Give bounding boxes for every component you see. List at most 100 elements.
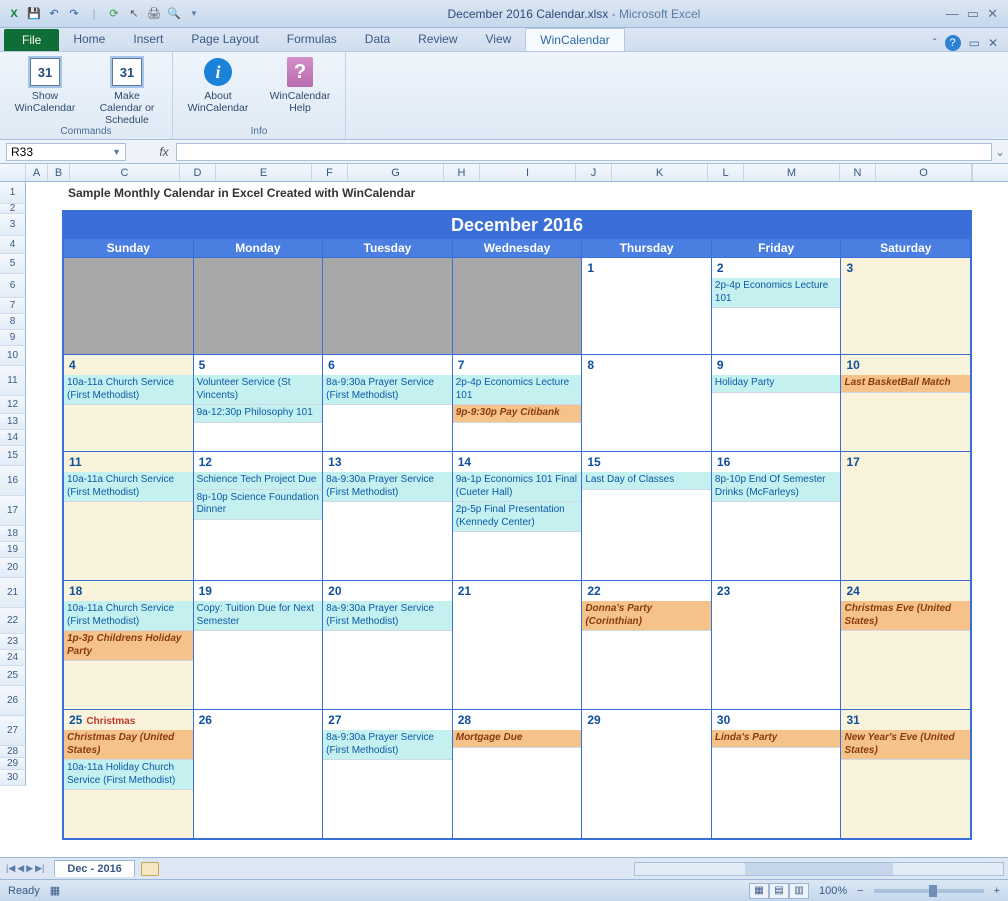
row-header-28[interactable]: 28 <box>0 746 26 758</box>
row-header-29[interactable]: 29 <box>0 758 26 770</box>
row-header-19[interactable]: 19 <box>0 542 26 558</box>
name-box[interactable]: R33 ▼ <box>6 143 126 161</box>
day-cell-2[interactable]: 22p-4p Economics Lecture 101 <box>712 258 842 354</box>
row-header-16[interactable]: 16 <box>0 466 26 496</box>
day-cell-26[interactable]: 26 <box>194 710 324 838</box>
day-cell-17[interactable]: 17 <box>841 452 970 580</box>
col-header-J[interactable]: J <box>576 164 612 181</box>
col-header-K[interactable]: K <box>612 164 708 181</box>
day-cell-22[interactable]: 22Donna's Party (Corinthian) <box>582 581 712 709</box>
day-cell-20[interactable]: 208a-9:30a Prayer Service (First Methodi… <box>323 581 453 709</box>
calendar-event[interactable]: 2p-5p Final Presentation (Kennedy Center… <box>453 502 582 532</box>
day-cell-1[interactable]: 1 <box>582 258 712 354</box>
day-cell-27[interactable]: 278a-9:30a Prayer Service (First Methodi… <box>323 710 453 838</box>
page-break-view-icon[interactable]: ▥ <box>789 883 809 899</box>
row-header-25[interactable]: 25 <box>0 666 26 686</box>
calendar-event[interactable]: New Year's Eve (United States) <box>841 730 970 760</box>
row-header-9[interactable]: 9 <box>0 330 26 346</box>
calendar-event[interactable]: 10a-11a Church Service (First Methodist) <box>64 472 193 502</box>
col-header-O[interactable]: O <box>876 164 972 181</box>
calendar-event[interactable]: 10a-11a Holiday Church Service (First Me… <box>64 760 193 790</box>
row-header-11[interactable]: 11 <box>0 366 26 396</box>
calendar-event[interactable]: Mortgage Due <box>453 730 582 748</box>
row-header-18[interactable]: 18 <box>0 526 26 542</box>
col-header-I[interactable]: I <box>480 164 576 181</box>
refresh-icon[interactable]: ⟳ <box>106 6 122 22</box>
zoom-in-icon[interactable]: + <box>994 885 1000 897</box>
day-cell-25[interactable]: 25ChristmasChristmas Day (United States)… <box>64 710 194 838</box>
day-cell-24[interactable]: 24Christmas Eve (United States) <box>841 581 970 709</box>
new-sheet-icon[interactable] <box>141 862 159 876</box>
preview-icon[interactable]: 🔍 <box>166 6 182 22</box>
tab-home[interactable]: Home <box>59 28 119 51</box>
row-header-3[interactable]: 3 <box>0 214 26 236</box>
row-header-24[interactable]: 24 <box>0 650 26 666</box>
calendar-event[interactable]: Last BasketBall Match <box>841 375 970 393</box>
calendar-event[interactable]: 10a-11a Church Service (First Methodist) <box>64 375 193 405</box>
day-cell-8[interactable]: 8 <box>582 355 712 451</box>
calendar-event[interactable]: Donna's Party (Corinthian) <box>582 601 711 631</box>
macro-record-icon[interactable]: ▦ <box>50 884 60 897</box>
minimize-icon[interactable]: — <box>946 6 959 22</box>
normal-view-icon[interactable]: ▦ <box>749 883 769 899</box>
window-close2-icon[interactable]: ✕ <box>988 36 998 50</box>
calendar-event[interactable]: 8a-9:30a Prayer Service (First Methodist… <box>323 472 452 502</box>
row-header-15[interactable]: 15 <box>0 446 26 466</box>
day-cell-18[interactable]: 1810a-11a Church Service (First Methodis… <box>64 581 194 709</box>
close-icon[interactable]: ✕ <box>987 6 998 22</box>
day-cell-23[interactable]: 23 <box>712 581 842 709</box>
day-cell-12[interactable]: 12Schience Tech Project Due8p-10p Scienc… <box>194 452 324 580</box>
row-header-6[interactable]: 6 <box>0 274 26 298</box>
window-restore-icon[interactable]: ▭ <box>969 36 980 50</box>
row-header-27[interactable]: 27 <box>0 716 26 746</box>
day-cell-inactive[interactable] <box>194 258 324 354</box>
row-header-7[interactable]: 7 <box>0 298 26 314</box>
row-header-30[interactable]: 30 <box>0 770 26 786</box>
day-cell-14[interactable]: 149a-1p Economics 101 Final (Cueter Hall… <box>453 452 583 580</box>
ribbon-btn-about-wincalendar[interactable]: iAbout WinCalendar <box>183 56 253 126</box>
calendar-event[interactable]: 1p-3p Childrens Holiday Party <box>64 631 193 661</box>
day-cell-7[interactable]: 72p-4p Economics Lecture 1019p-9:30p Pay… <box>453 355 583 451</box>
page-layout-view-icon[interactable]: ▤ <box>769 883 789 899</box>
day-cell-19[interactable]: 19Copy: Tuition Due for Next Semester <box>194 581 324 709</box>
row-header-17[interactable]: 17 <box>0 496 26 526</box>
calendar-event[interactable]: 8p-10p Science Foundation Dinner <box>194 490 323 520</box>
col-header-G[interactable]: G <box>348 164 444 181</box>
tab-data[interactable]: Data <box>351 28 404 51</box>
sheet-prev-icon[interactable]: ◀ <box>17 863 24 874</box>
select-all-corner[interactable] <box>0 164 26 181</box>
col-header-F[interactable]: F <box>312 164 348 181</box>
calendar-event[interactable]: Linda's Party <box>712 730 841 748</box>
day-cell-9[interactable]: 9Holiday Party <box>712 355 842 451</box>
day-cell-15[interactable]: 15Last Day of Classes <box>582 452 712 580</box>
ribbon-btn-wincalendar-help[interactable]: ?WinCalendar Help <box>265 56 335 126</box>
formula-input[interactable] <box>176 143 992 161</box>
help-icon[interactable]: ? <box>945 35 961 51</box>
zoom-slider[interactable] <box>874 889 984 893</box>
day-cell-inactive[interactable] <box>453 258 583 354</box>
row-header-10[interactable]: 10 <box>0 346 26 366</box>
fx-icon[interactable]: fx <box>152 145 176 159</box>
calendar-event[interactable]: 2p-4p Economics Lecture 101 <box>712 278 841 308</box>
col-header-C[interactable]: C <box>70 164 180 181</box>
calendar-event[interactable]: Holiday Party <box>712 375 841 393</box>
calendar-event[interactable]: 8p-10p End Of Semester Drinks (McFarleys… <box>712 472 841 502</box>
day-cell-inactive[interactable] <box>64 258 194 354</box>
day-cell-6[interactable]: 68a-9:30a Prayer Service (First Methodis… <box>323 355 453 451</box>
tab-formulas[interactable]: Formulas <box>273 28 351 51</box>
row-header-8[interactable]: 8 <box>0 314 26 330</box>
zoom-out-icon[interactable]: − <box>857 885 863 897</box>
row-header-23[interactable]: 23 <box>0 634 26 650</box>
maximize-icon[interactable]: ▭ <box>967 6 979 22</box>
row-header-20[interactable]: 20 <box>0 558 26 578</box>
calendar-event[interactable]: 10a-11a Church Service (First Methodist) <box>64 601 193 631</box>
day-cell-13[interactable]: 138a-9:30a Prayer Service (First Methodi… <box>323 452 453 580</box>
tab-view[interactable]: View <box>472 28 526 51</box>
col-header-N[interactable]: N <box>840 164 876 181</box>
col-header-E[interactable]: E <box>216 164 312 181</box>
ribbon-btn-show-wincalendar[interactable]: 31Show WinCalendar <box>10 56 80 126</box>
day-cell-11[interactable]: 1110a-11a Church Service (First Methodis… <box>64 452 194 580</box>
day-cell-10[interactable]: 10Last BasketBall Match <box>841 355 970 451</box>
calendar-event[interactable]: 9a-1p Economics 101 Final (Cueter Hall) <box>453 472 582 502</box>
calendar-event[interactable]: Christmas Day (United States) <box>64 730 193 760</box>
